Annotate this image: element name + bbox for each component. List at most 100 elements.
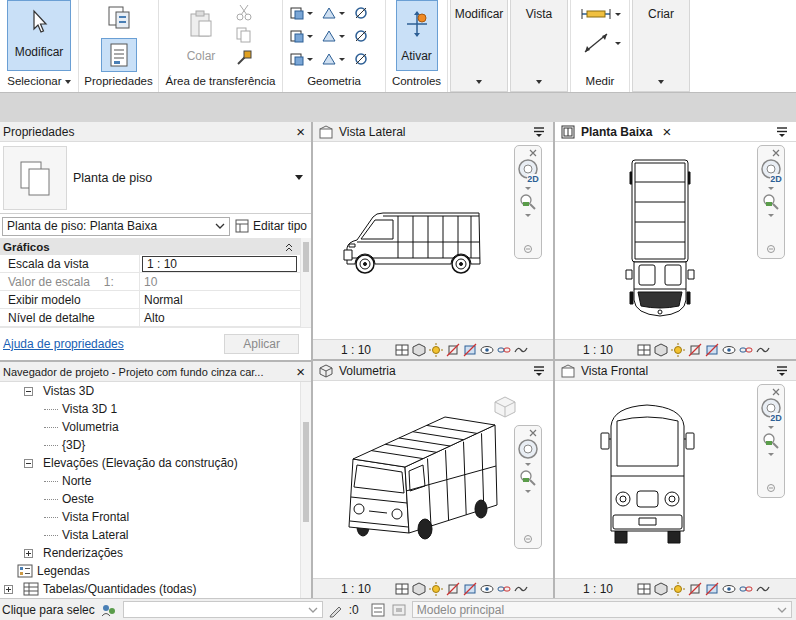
tree-item[interactable]: {3D} [0, 436, 300, 454]
view-control-icon[interactable] [705, 343, 719, 357]
view-control-icon[interactable] [412, 343, 426, 357]
design-options-icon[interactable] [370, 602, 386, 618]
view-window[interactable]: Planta Baixa × 2D 1 : 10 [555, 122, 796, 359]
view-tab[interactable]: Volumetria [313, 361, 553, 381]
close-icon[interactable] [772, 149, 780, 157]
collapsed-panel[interactable]: Criar [632, 0, 690, 92]
measure-tool[interactable] [579, 5, 621, 23]
expand-toggle[interactable] [4, 585, 13, 594]
activate-button[interactable]: Ativar [396, 0, 438, 71]
tree-item[interactable]: Vistas 3D [0, 382, 300, 400]
view-control-icon[interactable] [429, 343, 443, 357]
view-scale[interactable]: 1 : 10 [583, 582, 637, 596]
viewcube-icon[interactable] [493, 395, 517, 419]
tree-item[interactable]: Norte [0, 472, 300, 490]
editable-only-icon[interactable] [328, 602, 344, 618]
customize-icon[interactable] [523, 244, 533, 254]
zoom-tool[interactable] [762, 432, 780, 450]
geometry-tool[interactable] [321, 25, 351, 47]
view-control-icon[interactable] [637, 343, 651, 357]
modify-button[interactable]: Modificar [7, 0, 71, 71]
zoom-tool[interactable] [519, 469, 537, 487]
model-dropdown[interactable]: Modelo principal [412, 601, 792, 618]
view-control-icon[interactable] [446, 343, 460, 357]
view-canvas[interactable]: 2D [313, 142, 553, 339]
view-menu-icon[interactable] [776, 126, 790, 138]
close-icon[interactable] [772, 388, 780, 396]
view-canvas[interactable]: 2D [555, 142, 796, 339]
view-control-icon[interactable] [463, 582, 477, 596]
steering-wheel[interactable]: 2D [760, 397, 782, 423]
type-properties-button[interactable] [101, 1, 137, 35]
apply-button[interactable]: Aplicar [224, 334, 299, 354]
view-scale[interactable]: 1 : 10 [583, 343, 637, 357]
customize-icon[interactable] [766, 483, 776, 493]
paste-button[interactable]: Colar [181, 0, 221, 71]
view-control-icon[interactable] [688, 343, 702, 357]
properties-palette-button[interactable] [101, 38, 137, 72]
close-view-button[interactable]: × [662, 125, 671, 139]
view-tab[interactable]: Vista Lateral [313, 122, 553, 142]
view-scale[interactable]: 1 : 10 [341, 343, 395, 357]
steering-wheel[interactable] [517, 438, 539, 460]
dimension-tool[interactable] [579, 30, 621, 56]
close-button[interactable]: × [296, 365, 305, 379]
worksets-icon[interactable] [100, 602, 118, 618]
property-group[interactable]: Gráficos [0, 238, 300, 255]
collapsed-panel[interactable]: Vista [510, 0, 568, 92]
type-selector[interactable]: Planta de piso [0, 142, 311, 214]
view-tab[interactable]: Vista Frontal [555, 361, 796, 381]
geometry-tool[interactable] [289, 48, 319, 70]
property-row[interactable]: Nível de detalhe Alto [0, 309, 300, 327]
tree-item[interactable]: Vista Lateral [0, 526, 300, 544]
tree-item[interactable]: Renderizações [0, 544, 300, 562]
collapsed-panel[interactable]: Modificar [450, 0, 508, 92]
view-control-icon[interactable] [514, 343, 528, 357]
view-control-icon[interactable] [654, 582, 668, 596]
view-control-icon[interactable] [446, 582, 460, 596]
view-control-icon[interactable] [688, 582, 702, 596]
view-menu-icon[interactable] [533, 126, 547, 138]
expand-toggle[interactable] [24, 387, 33, 396]
expand-toggle[interactable] [24, 549, 33, 558]
view-control-icon[interactable] [395, 343, 409, 357]
geometry-tool[interactable] [289, 2, 319, 24]
property-row[interactable]: Valor de escala1: 10 [0, 273, 300, 291]
view-control-icon[interactable] [637, 582, 651, 596]
view-control-icon[interactable] [480, 582, 494, 596]
view-menu-icon[interactable] [533, 365, 547, 377]
view-control-icon[interactable] [395, 582, 409, 596]
instance-dropdown[interactable]: Planta de piso: Planta Baixa [2, 217, 230, 236]
view-control-icon[interactable] [497, 582, 511, 596]
zoom-tool[interactable] [519, 193, 537, 211]
edit-type-button[interactable]: Editar tipo [234, 218, 307, 234]
view-control-icon[interactable] [412, 582, 426, 596]
view-control-icon[interactable] [671, 582, 685, 596]
customize-icon[interactable] [766, 244, 776, 254]
steering-wheel[interactable]: 2D [517, 158, 539, 184]
zoom-tool[interactable] [762, 193, 780, 211]
view-control-icon[interactable] [722, 582, 736, 596]
view-control-icon[interactable] [514, 582, 528, 596]
view-window[interactable]: Vista Lateral 2D 1 : 10 [313, 122, 553, 359]
match-properties-icon[interactable] [235, 49, 253, 67]
property-row[interactable]: Exibir modelo Normal [0, 291, 300, 309]
workset-dropdown[interactable] [123, 601, 323, 618]
tree-item[interactable]: Legendas [0, 562, 300, 580]
steering-wheel[interactable]: 2D [760, 158, 782, 184]
expand-toggle[interactable] [24, 459, 33, 468]
select-panel-label[interactable]: Selecionar [0, 72, 78, 92]
tree-item[interactable]: Volumetria [0, 418, 300, 436]
view-control-icon[interactable] [497, 343, 511, 357]
copy-icon[interactable] [235, 26, 253, 44]
view-window[interactable]: Volumetria 1 : 10 [313, 361, 553, 598]
view-control-icon[interactable] [705, 582, 719, 596]
tree-item[interactable]: Elevações (Elevação da construção) [0, 454, 300, 472]
view-control-icon[interactable] [429, 582, 443, 596]
tree-item[interactable]: Vista Frontal [0, 508, 300, 526]
view-control-icon[interactable] [739, 343, 753, 357]
view-control-icon[interactable] [671, 343, 685, 357]
browser-scrollbar[interactable] [300, 382, 311, 598]
view-control-icon[interactable] [739, 582, 753, 596]
view-scale[interactable]: 1 : 10 [341, 582, 395, 596]
